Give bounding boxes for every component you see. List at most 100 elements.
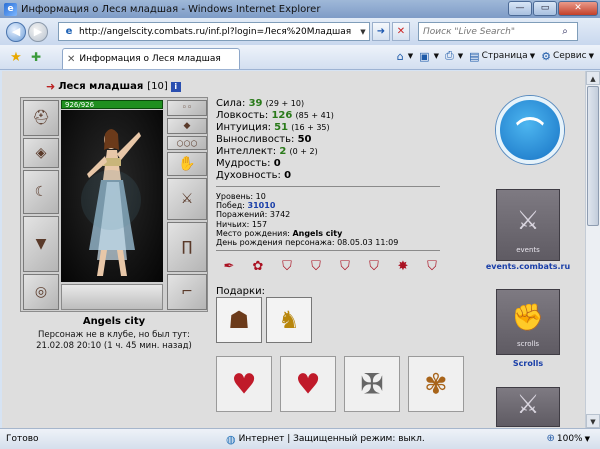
address-dropdown-icon[interactable]: ▼ — [357, 28, 369, 36]
scroll-down-icon[interactable]: ▼ — [586, 414, 600, 428]
slot-bracers[interactable]: ◈ — [23, 138, 59, 168]
tools-menu[interactable]: ⚙ Сервис ▼ — [541, 50, 594, 63]
window-titlebar: e Информация о Леся младшая - Windows In… — [0, 0, 600, 18]
slot-offhand[interactable]: ⚔ — [167, 178, 207, 220]
close-button[interactable]: ✕ — [558, 1, 598, 16]
slot-amulet[interactable]: ◆ — [167, 118, 207, 134]
events-banner[interactable]: ⚔ events — [496, 189, 560, 261]
minimize-button[interactable]: — — [508, 1, 532, 16]
battle-info: Уровень: 10 Побед: 31010 Поражений: 3742… — [216, 192, 398, 247]
gloves-icon: ✋ — [178, 156, 196, 172]
print-button[interactable]: ⎙ ▼ — [445, 49, 463, 63]
slot-greaves[interactable]: ∏ — [167, 222, 207, 272]
bracers-icon: ◈ — [35, 145, 47, 161]
medal-icon[interactable]: ✸ — [392, 257, 414, 277]
private-message-icon[interactable]: ➜ — [46, 80, 55, 93]
boots-icon: ⌐ — [181, 284, 193, 300]
gift-icon: ☗ — [228, 306, 250, 334]
helmet-icon: ⛑ — [32, 110, 50, 126]
slot-weapon[interactable]: ☾ — [23, 170, 59, 214]
slot-belt[interactable]: ◎ — [23, 274, 59, 310]
status-line-2: 21.02.08 20:10 (1 ч. 45 мин. назад) — [36, 341, 192, 351]
search-input[interactable] — [419, 26, 555, 37]
medal-icon[interactable]: ⛉ — [421, 257, 443, 277]
present-item[interactable]: ♥ — [280, 356, 336, 412]
zoom-control[interactable]: ⊕ 100% ▼ — [546, 433, 590, 444]
tab-label: Информация о Леся младшая — [79, 54, 221, 64]
info-birthplace: Место рождения: Angels city — [216, 228, 343, 238]
search-box[interactable]: ⌕ — [418, 22, 578, 41]
command-bar: ★ ✚ ✕ Информация о Леся младшая ⌂ ▼ ▣ ▼ ⎙ ▼… — [0, 45, 600, 70]
rss-icon: ▣ — [419, 49, 430, 63]
present-item[interactable]: ♥ — [216, 356, 272, 412]
present-item[interactable]: ✠ — [344, 356, 400, 412]
info-icon[interactable]: i — [170, 81, 181, 92]
info-divider — [216, 250, 440, 251]
present-item[interactable]: ✾ — [408, 356, 464, 412]
character-header: ➜ Леся младшая [10] i — [46, 80, 181, 93]
gift-item[interactable]: ♞ — [266, 297, 312, 343]
info-losses: Поражений: 3742 — [216, 210, 291, 220]
gift-item[interactable]: ☗ — [216, 297, 262, 343]
gear-icon: ⚙ — [541, 49, 551, 63]
medal-icon[interactable]: ⛉ — [334, 257, 356, 277]
address-field[interactable]: e http://angelscity.combats.ru/inf.pl?lo… — [58, 22, 370, 41]
scrolls-banner[interactable]: ✊ scrolls — [496, 289, 560, 355]
stat-strength: Сила: 39 (29 + 10) — [216, 98, 305, 109]
slot-boots[interactable]: ⌐ — [167, 274, 207, 310]
search-icon[interactable]: ⌕ — [555, 26, 575, 37]
feeds-button[interactable]: ▣ ▼ — [419, 50, 439, 63]
security-zone[interactable]: ◍ Интернет | Защищенный режим: выкл. — [226, 433, 425, 446]
maximize-button[interactable]: ▭ — [533, 1, 557, 16]
tab-page-icon: ✕ — [67, 53, 76, 65]
ring-icon: ○○○ — [176, 138, 198, 148]
banner-emblem-icon: ⚔ — [516, 389, 540, 420]
events-link[interactable]: events.combats.ru — [476, 262, 580, 271]
window-controls: — ▭ ✕ — [507, 1, 598, 16]
page-content: ➜ Леся младшая [10] i ⛑ ◈ ☾ ▼ ◎ 926/926 — [2, 71, 585, 428]
info-level: Уровень: 10 — [216, 192, 266, 201]
slot-rings[interactable]: ○○○ — [167, 136, 207, 150]
rose-gift-icon: ✾ — [424, 367, 448, 401]
character-status: Персонаж не в клубе, но был тут: 21.02.0… — [20, 330, 208, 352]
slot-helmet[interactable]: ⛑ — [23, 100, 59, 136]
stat-intuition: Интуиция: 51 (16 + 35) — [216, 122, 330, 133]
medal-icon[interactable]: ✿ — [247, 257, 269, 277]
heart-gift-icon: ♥ — [295, 367, 321, 401]
slot-earrings[interactable]: ◦◦ — [167, 100, 207, 116]
address-toolbar: ◀ ▶ e http://angelscity.combats.ru/inf.p… — [0, 18, 600, 45]
page-menu[interactable]: ▤ Страница ▼ — [469, 50, 535, 63]
hp-bar: 926/926 — [61, 100, 163, 109]
medal-icon[interactable]: ⛉ — [363, 257, 385, 277]
add-favorites-icon[interactable]: ✚ — [28, 50, 44, 64]
back-button[interactable]: ◀ — [6, 21, 26, 42]
stat-intellect: Интеллект: 2 (0 + 2) — [216, 146, 318, 157]
scroll-up-icon[interactable]: ▲ — [586, 71, 600, 85]
slot-armor[interactable]: ▼ — [23, 216, 59, 272]
slot-gloves[interactable]: ✋ — [167, 152, 207, 176]
url-text[interactable]: http://angelscity.combats.ru/inf.pl?logi… — [79, 27, 357, 37]
crossed-swords-icon: ⚔ — [516, 205, 540, 236]
events-logo[interactable]: ⌒ — [496, 96, 564, 164]
status-line-1: Персонаж не в клубе, но был тут: — [37, 330, 191, 340]
vertical-scrollbar[interactable]: ▲ ▼ — [585, 71, 600, 428]
medal-icon[interactable]: ⛉ — [305, 257, 327, 277]
scrolls-banner-caption: scrolls — [516, 340, 540, 348]
scrolls-link[interactable]: Scrolls — [476, 359, 580, 368]
earring-icon: ◦◦ — [181, 103, 193, 113]
stop-button[interactable]: ✕ — [392, 22, 410, 41]
medal-icon[interactable]: ✒ — [218, 257, 240, 277]
refresh-button[interactable]: ➜ — [372, 22, 390, 41]
medal-icon[interactable]: ⛉ — [276, 257, 298, 277]
status-bar: Готово ◍ Интернет | Защищенный режим: вык… — [0, 428, 600, 449]
character-doll: ⛑ ◈ ☾ ▼ ◎ 926/926 ◦◦ ◆ ○○○ ✋ ⚔ ∏ ⌐ — [20, 97, 208, 312]
home-button[interactable]: ⌂ ▼ — [397, 50, 413, 63]
events-banner-caption: events — [516, 246, 540, 254]
forward-button[interactable]: ▶ — [28, 21, 48, 42]
scroll-thumb[interactable] — [587, 86, 599, 226]
stat-endurance: Выносливость: 50 — [216, 134, 312, 145]
extra-banner[interactable]: ⚔ — [496, 387, 560, 427]
page-favicon-icon: e — [65, 25, 73, 37]
favorites-star-icon[interactable]: ★ — [8, 50, 24, 65]
tab-current[interactable]: ✕ Информация о Леся младшая — [62, 48, 240, 69]
